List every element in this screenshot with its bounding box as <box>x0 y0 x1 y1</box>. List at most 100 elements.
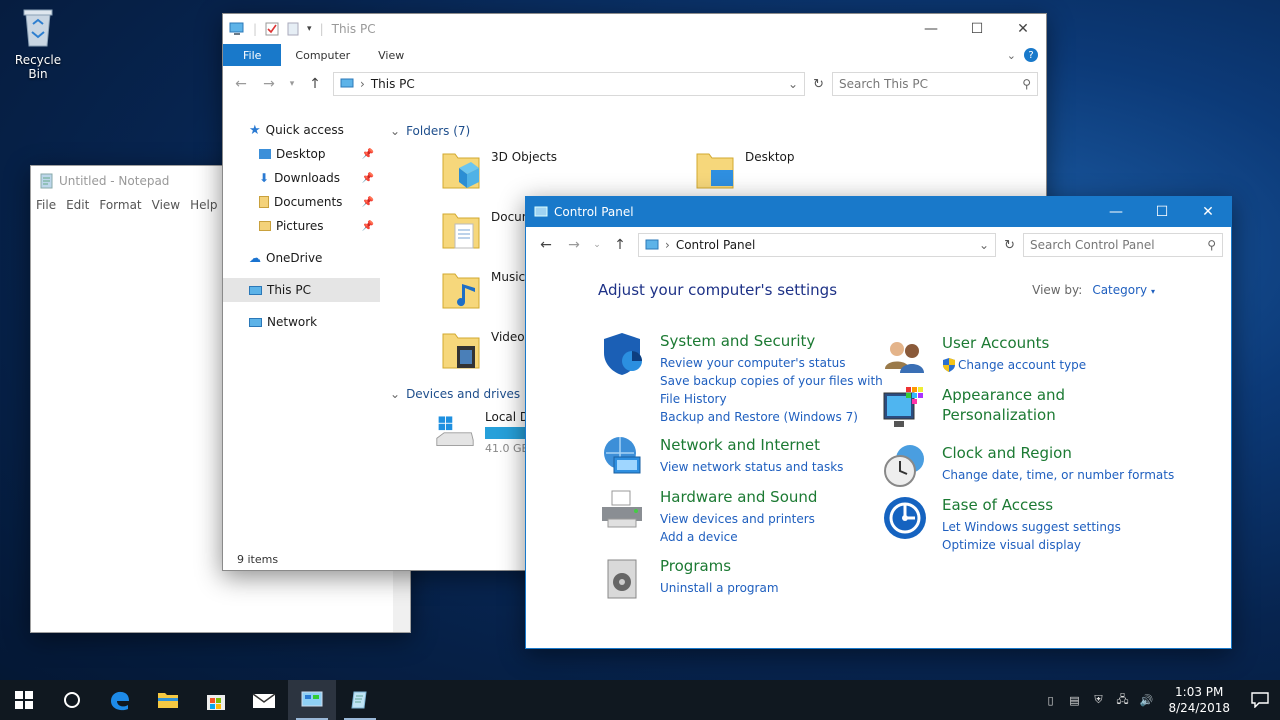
cortana-button[interactable] <box>48 680 96 720</box>
cat-network-title[interactable]: Network and Internet <box>660 435 843 455</box>
taskbar-notepad[interactable] <box>336 680 384 720</box>
folder-item[interactable]: Videos <box>441 330 531 372</box>
link-change-date-time[interactable]: Change date, time, or number formats <box>942 466 1174 484</box>
ribbon-expand-icon[interactable]: ⌄ <box>999 44 1024 66</box>
forward-arrow-icon[interactable]: → <box>564 237 584 253</box>
close-button[interactable]: ✕ <box>1000 14 1046 44</box>
new-folder-icon[interactable] <box>287 22 299 36</box>
drive-item[interactable]: Local D 41.0 GE <box>435 410 529 455</box>
nav-documents[interactable]: Documents 📌 <box>223 190 380 214</box>
defender-shield-icon[interactable]: ⛨ <box>1086 693 1110 707</box>
link-add-device[interactable]: Add a device <box>660 528 817 546</box>
cp-category-appearance: Appearance and Personalization <box>882 385 1065 431</box>
nav-downloads[interactable]: ⬇ Downloads 📌 <box>223 166 380 190</box>
link-suggest-settings[interactable]: Let Windows suggest settings <box>942 518 1121 536</box>
address-dropdown-icon[interactable]: ⌄ <box>979 238 989 252</box>
folder-item[interactable]: Docum <box>441 210 533 252</box>
back-arrow-icon[interactable]: ← <box>536 237 556 253</box>
pin-icon[interactable]: 📌 <box>362 221 374 232</box>
3d-objects-folder-icon <box>442 153 480 189</box>
taskbar-file-explorer[interactable] <box>144 680 192 720</box>
ribbon-tab-computer[interactable]: Computer <box>281 44 364 66</box>
cat-hardware-title[interactable]: Hardware and Sound <box>660 487 817 507</box>
maximize-button[interactable]: ☐ <box>954 14 1000 44</box>
nav-desktop[interactable]: Desktop 📌 <box>223 142 380 166</box>
recycle-bin-desktop-icon[interactable]: Recycle Bin <box>4 4 72 81</box>
recent-dropdown-icon[interactable]: ⌄ <box>592 240 602 250</box>
address-dropdown-icon[interactable]: ⌄ <box>788 77 798 91</box>
maximize-button[interactable]: ☐ <box>1139 197 1185 227</box>
notepad-menu-edit[interactable]: Edit <box>66 198 89 212</box>
notepad-menu-file[interactable]: File <box>36 198 56 212</box>
ribbon-tab-file[interactable]: File <box>223 44 282 66</box>
taskbar-store[interactable] <box>192 680 240 720</box>
nav-this-pc[interactable]: This PC <box>223 278 380 302</box>
link-review-status[interactable]: Review your computer's status <box>660 354 883 372</box>
link-backup-restore[interactable]: Backup and Restore (Windows 7) <box>660 408 883 426</box>
folders-group-header[interactable]: ⌄ Folders (7) <box>390 124 470 138</box>
cat-programs-title[interactable]: Programs <box>660 556 779 576</box>
cat-users-title[interactable]: User Accounts <box>942 333 1086 353</box>
cat-ease-title[interactable]: Ease of Access <box>942 495 1121 515</box>
cp-search-input[interactable]: Search Control Panel ⚲ <box>1023 233 1223 257</box>
usb-icon[interactable]: ▯ <box>1038 694 1062 707</box>
folder-item[interactable]: Desktop <box>695 150 795 192</box>
taskbar-edge[interactable] <box>96 680 144 720</box>
control-panel-window[interactable]: Control Panel — ☐ ✕ ← → ⌄ ↑ › Control Pa… <box>525 196 1232 649</box>
start-button[interactable] <box>0 680 48 720</box>
nav-pictures[interactable]: Pictures 📌 <box>223 214 380 238</box>
minimize-button[interactable]: — <box>1093 197 1139 227</box>
help-icon[interactable]: ? <box>1024 48 1038 62</box>
pin-icon[interactable]: 📌 <box>362 173 374 184</box>
cp-titlebar[interactable]: Control Panel — ☐ ✕ <box>526 197 1231 227</box>
user-accounts-icon <box>885 342 924 373</box>
network-tray-icon[interactable]: 🖧 <box>1110 691 1134 710</box>
properties-icon[interactable] <box>265 22 279 36</box>
device-icon[interactable]: ▤ <box>1062 694 1086 707</box>
minimize-button[interactable]: — <box>908 14 954 44</box>
link-uninstall-program[interactable]: Uninstall a program <box>660 579 779 597</box>
folder-item[interactable]: Music <box>441 270 525 312</box>
ease-of-access-icon <box>884 497 926 539</box>
pin-icon[interactable]: 📌 <box>362 149 374 160</box>
nav-quick-access[interactable]: ★ Quick access <box>223 118 380 142</box>
folder-item[interactable]: 3D Objects <box>441 150 557 192</box>
pin-icon[interactable]: 📌 <box>362 197 374 208</box>
nav-network[interactable]: Network <box>223 310 380 334</box>
devices-group-header[interactable]: ⌄ Devices and drives (2) <box>390 387 541 401</box>
link-optimize-display[interactable]: Optimize visual display <box>942 536 1121 554</box>
cp-address-bar[interactable]: › Control Panel ⌄ <box>638 233 997 257</box>
up-arrow-icon[interactable]: ↑ <box>610 237 630 253</box>
explorer-titlebar[interactable]: | ▾ | This PC — ☐ ✕ <box>223 14 1046 44</box>
close-button[interactable]: ✕ <box>1185 197 1231 227</box>
qat-dropdown-icon[interactable]: ▾ <box>307 24 312 34</box>
link-change-account[interactable]: Change account type <box>942 356 1086 374</box>
cat-appearance-title[interactable]: Appearance and Personalization <box>942 385 1065 425</box>
ribbon-tab-view[interactable]: View <box>364 44 418 66</box>
link-file-history[interactable]: File History <box>660 390 883 408</box>
notepad-menu-format[interactable]: Format <box>99 198 141 212</box>
link-network-status[interactable]: View network status and tasks <box>660 458 843 476</box>
refresh-icon[interactable]: ↻ <box>1004 238 1015 253</box>
notepad-menu-view[interactable]: View <box>152 198 180 212</box>
cat-system-title[interactable]: System and Security <box>660 331 883 351</box>
notepad-menu-help[interactable]: Help <box>190 198 217 212</box>
taskbar-mail[interactable] <box>240 680 288 720</box>
system-clock[interactable]: 1:03 PM 8/24/2018 <box>1158 684 1240 716</box>
back-arrow-icon[interactable]: ← <box>231 76 251 92</box>
recent-dropdown-icon[interactable]: ▾ <box>287 79 297 89</box>
action-center-button[interactable] <box>1240 680 1280 720</box>
nav-onedrive[interactable]: ☁ OneDrive <box>223 246 380 270</box>
view-by-dropdown[interactable]: Category ▾ <box>1092 283 1155 297</box>
cat-clock-title[interactable]: Clock and Region <box>942 443 1174 463</box>
taskbar-control-panel[interactable] <box>288 680 336 720</box>
nav-downloads-label: Downloads <box>274 171 340 185</box>
volume-icon[interactable]: 🔊 <box>1134 694 1158 707</box>
link-devices-printers[interactable]: View devices and printers <box>660 510 817 528</box>
forward-arrow-icon[interactable]: → <box>259 76 279 92</box>
explorer-address-bar[interactable]: › This PC ⌄ <box>333 72 806 96</box>
link-save-backup[interactable]: Save backup copies of your files with <box>660 372 883 390</box>
refresh-icon[interactable]: ↻ <box>813 77 824 92</box>
explorer-search-input[interactable]: Search This PC ⚲ <box>832 72 1038 96</box>
up-arrow-icon[interactable]: ↑ <box>305 76 325 92</box>
